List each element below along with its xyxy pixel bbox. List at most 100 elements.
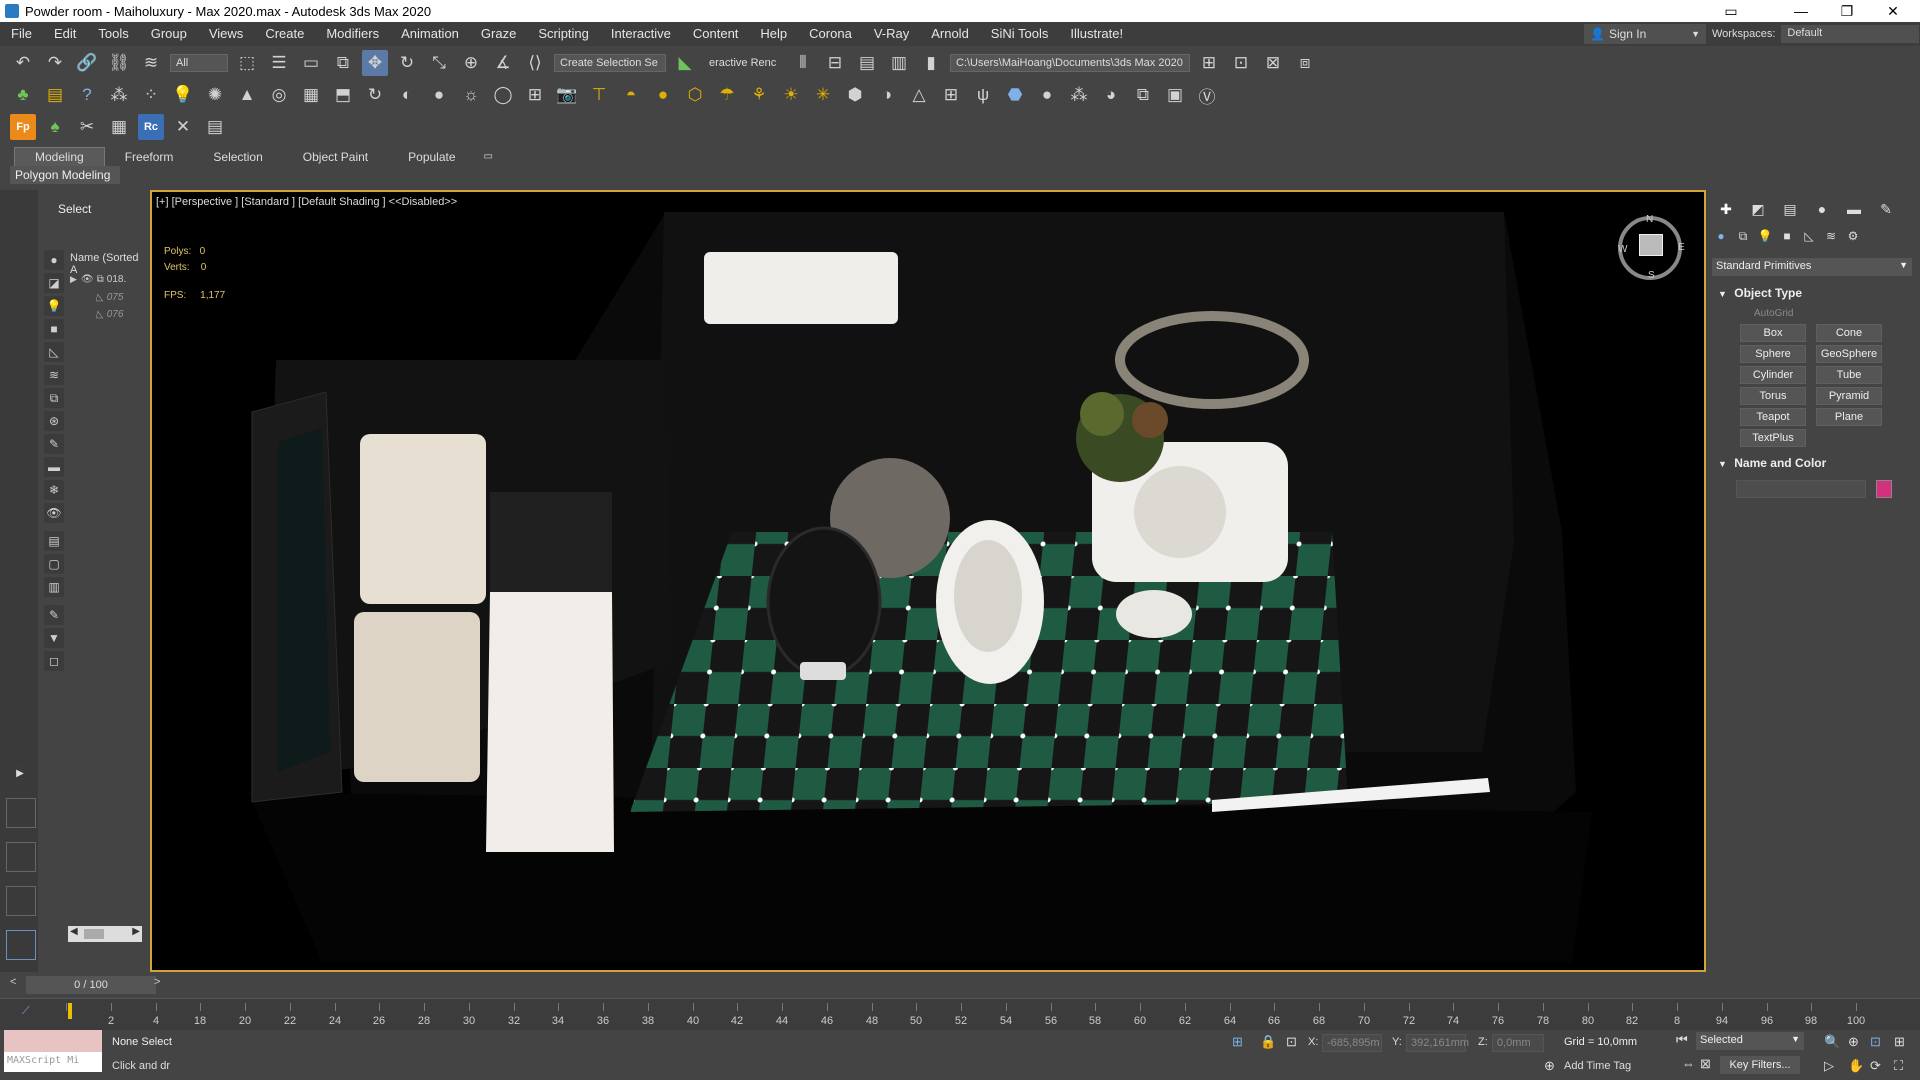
menu-help[interactable]: Help xyxy=(749,22,798,46)
spot-light-icon[interactable]: ▲ xyxy=(234,82,260,108)
autogrid-checkbox[interactable]: AutoGrid xyxy=(1754,308,1793,319)
sign-in-button[interactable]: 👤 Sign In ▼ xyxy=(1584,24,1706,44)
menu-create[interactable]: Create xyxy=(254,22,315,46)
bind-spacewarp-icon[interactable]: ≋ xyxy=(138,50,164,76)
tab-freeform[interactable]: Freeform xyxy=(105,148,194,166)
explorer-row[interactable]: ◺ 076 xyxy=(70,309,123,320)
selection-set-select[interactable]: Selected ▼ xyxy=(1696,1032,1804,1050)
display-shapes-icon[interactable]: ◪ xyxy=(44,273,64,293)
render-iterative-icon[interactable]: ⧈ xyxy=(1292,50,1318,76)
set-key-icon[interactable]: ⇔ xyxy=(1682,1056,1695,1071)
light-bulb-icon[interactable]: 💡 xyxy=(170,82,196,108)
mirror-icon[interactable]: ⫴ xyxy=(790,50,816,76)
frame-display[interactable]: 0 / 100 xyxy=(26,976,156,994)
proxy-icon[interactable]: ⬒ xyxy=(330,82,356,108)
spreadsheet-icon[interactable]: ▤ xyxy=(202,114,228,140)
prev-frame-icon[interactable]: < xyxy=(10,976,16,988)
link-icon[interactable]: 🔗 xyxy=(74,50,100,76)
minimize-button[interactable]: — xyxy=(1778,0,1824,22)
rollout-collapse-icon[interactable]: ▼ xyxy=(1718,459,1727,469)
corona-sky-icon[interactable]: ✳ xyxy=(810,82,836,108)
display-helpers-icon[interactable]: ◺ xyxy=(44,342,64,362)
fur-icon[interactable]: ψ xyxy=(970,82,996,108)
systems-category-icon[interactable]: ⚙ xyxy=(1842,226,1864,246)
rotate-icon[interactable]: ↻ xyxy=(394,50,420,76)
perspective-viewport[interactable]: [+] [Perspective ] [Standard ] [Default … xyxy=(150,190,1706,972)
project-folder-select[interactable]: C:\Users\MaiHoang\Documents\3ds Max 2020 xyxy=(950,54,1190,72)
window-crossing-icon[interactable]: ⧉ xyxy=(330,50,356,76)
time-tag-icon[interactable]: ⊕ xyxy=(1544,1058,1555,1074)
place-icon[interactable]: ⊕ xyxy=(458,50,484,76)
torus-button[interactable]: Torus xyxy=(1740,387,1806,405)
display-all-icon[interactable]: ▤ xyxy=(44,531,64,551)
help-icon[interactable]: ▭ xyxy=(1708,0,1754,22)
curve-editor-icon[interactable]: ⟋ xyxy=(22,1005,30,1018)
object-color-swatch[interactable] xyxy=(1876,480,1892,498)
cylinder-button[interactable]: Cylinder xyxy=(1740,366,1806,384)
object-type-rollout[interactable]: ▼ Object Type xyxy=(1718,286,1802,300)
corona-light-icon[interactable]: ⊤ xyxy=(586,82,612,108)
railclone-tree-icon[interactable]: ♠ xyxy=(42,114,68,140)
unlink-icon[interactable]: ⛓ xyxy=(106,50,132,76)
menu-modifiers[interactable]: Modifiers xyxy=(315,22,390,46)
tab-selection[interactable]: Selection xyxy=(193,148,282,166)
cameras-category-icon[interactable]: ■ xyxy=(1776,226,1798,246)
viewport-label[interactable]: [+] [Perspective ] [Standard ] [Default … xyxy=(156,196,457,208)
menu-scripting[interactable]: Scripting xyxy=(527,22,600,46)
restore-button[interactable]: ❐ xyxy=(1824,0,1870,22)
viewport-layout-icon[interactable] xyxy=(6,886,36,916)
interactive-render-icon[interactable]: ◣ xyxy=(672,50,698,76)
lock-icon[interactable]: 🔒 xyxy=(1260,1034,1276,1050)
tab-populate[interactable]: Populate xyxy=(388,148,475,166)
rotate-scene-icon[interactable]: ↻ xyxy=(362,82,388,108)
multi-sphere-icon[interactable]: ⁂ xyxy=(1066,82,1092,108)
menu-illustrate[interactable]: Illustrate! xyxy=(1059,22,1134,46)
display-invert-icon[interactable]: ▥ xyxy=(44,577,64,597)
explorer-select-label[interactable]: Select xyxy=(58,202,91,216)
sphere-light-icon[interactable]: ● xyxy=(426,82,452,108)
y-coordinate-field[interactable]: 392,161mm xyxy=(1406,1034,1469,1052)
omni-light-icon[interactable]: ☼ xyxy=(458,82,484,108)
plane-button[interactable]: Plane xyxy=(1816,408,1882,426)
box-button[interactable]: Box xyxy=(1740,324,1806,342)
display-geometry-icon[interactable]: ● xyxy=(44,250,64,270)
explorer-row[interactable]: ▶ 👁 ⧉ 018. xyxy=(70,274,126,285)
ribbon-toggle-icon[interactable]: ▭ xyxy=(476,148,501,166)
find-icon[interactable]: ✎ xyxy=(44,605,64,625)
key-filters-button[interactable]: Key Filters... xyxy=(1720,1056,1800,1074)
display-xrefs-icon[interactable]: ⊛ xyxy=(44,411,64,431)
menu-graze[interactable]: Graze xyxy=(470,22,527,46)
spacewarps-category-icon[interactable]: ≋ xyxy=(1820,226,1842,246)
lights-category-icon[interactable]: 💡 xyxy=(1754,226,1776,246)
x-coordinate-field[interactable]: -685,895m xyxy=(1322,1034,1382,1052)
camera-icon[interactable]: 📷 xyxy=(554,82,580,108)
layers-icon[interactable]: ◻ xyxy=(44,651,64,671)
grid-object-icon[interactable]: ⊞ xyxy=(938,82,964,108)
workspace-select[interactable]: Default xyxy=(1781,25,1920,43)
menu-sini-tools[interactable]: SiNi Tools xyxy=(980,22,1060,46)
camera-target-icon[interactable]: ◎ xyxy=(266,82,292,108)
vray-v-icon[interactable]: Ⓥ xyxy=(1194,82,1220,108)
scale-icon[interactable]: ⤡ xyxy=(426,50,452,76)
frame-icon[interactable]: ▣ xyxy=(1162,82,1188,108)
zoom-icon[interactable]: 🔍 xyxy=(1824,1034,1840,1050)
maxscript-input[interactable]: MAXScript Mi xyxy=(4,1052,102,1072)
close-button[interactable]: ✕ xyxy=(1870,0,1916,22)
help-circle-icon[interactable]: ? xyxy=(74,82,100,108)
play-icon[interactable]: ▷ xyxy=(1824,1058,1834,1074)
viewcube[interactable]: N S W E xyxy=(1618,214,1685,281)
utilities-tab-icon[interactable]: ✎ xyxy=(1870,198,1902,220)
menu-animation[interactable]: Animation xyxy=(390,22,470,46)
corona-scatter-icon[interactable]: ⚘ xyxy=(746,82,772,108)
sphere-button[interactable]: Sphere xyxy=(1740,345,1806,363)
display-spacewarps-icon[interactable]: ≋ xyxy=(44,365,64,385)
viewport-layout-icon[interactable] xyxy=(6,798,36,828)
shader-icon[interactable]: ⬣ xyxy=(1002,82,1028,108)
snap-icon[interactable]: ∡ xyxy=(490,50,516,76)
shapes-category-icon[interactable]: ⧉ xyxy=(1732,226,1754,246)
scroll-right-icon[interactable]: ▶ xyxy=(132,926,140,937)
maxscript-output[interactable] xyxy=(4,1030,102,1052)
undo-icon[interactable]: ↶ xyxy=(10,50,36,76)
expand-panel-icon[interactable]: ▶ xyxy=(10,764,30,784)
corona-dome-icon[interactable]: ◓ xyxy=(618,82,644,108)
